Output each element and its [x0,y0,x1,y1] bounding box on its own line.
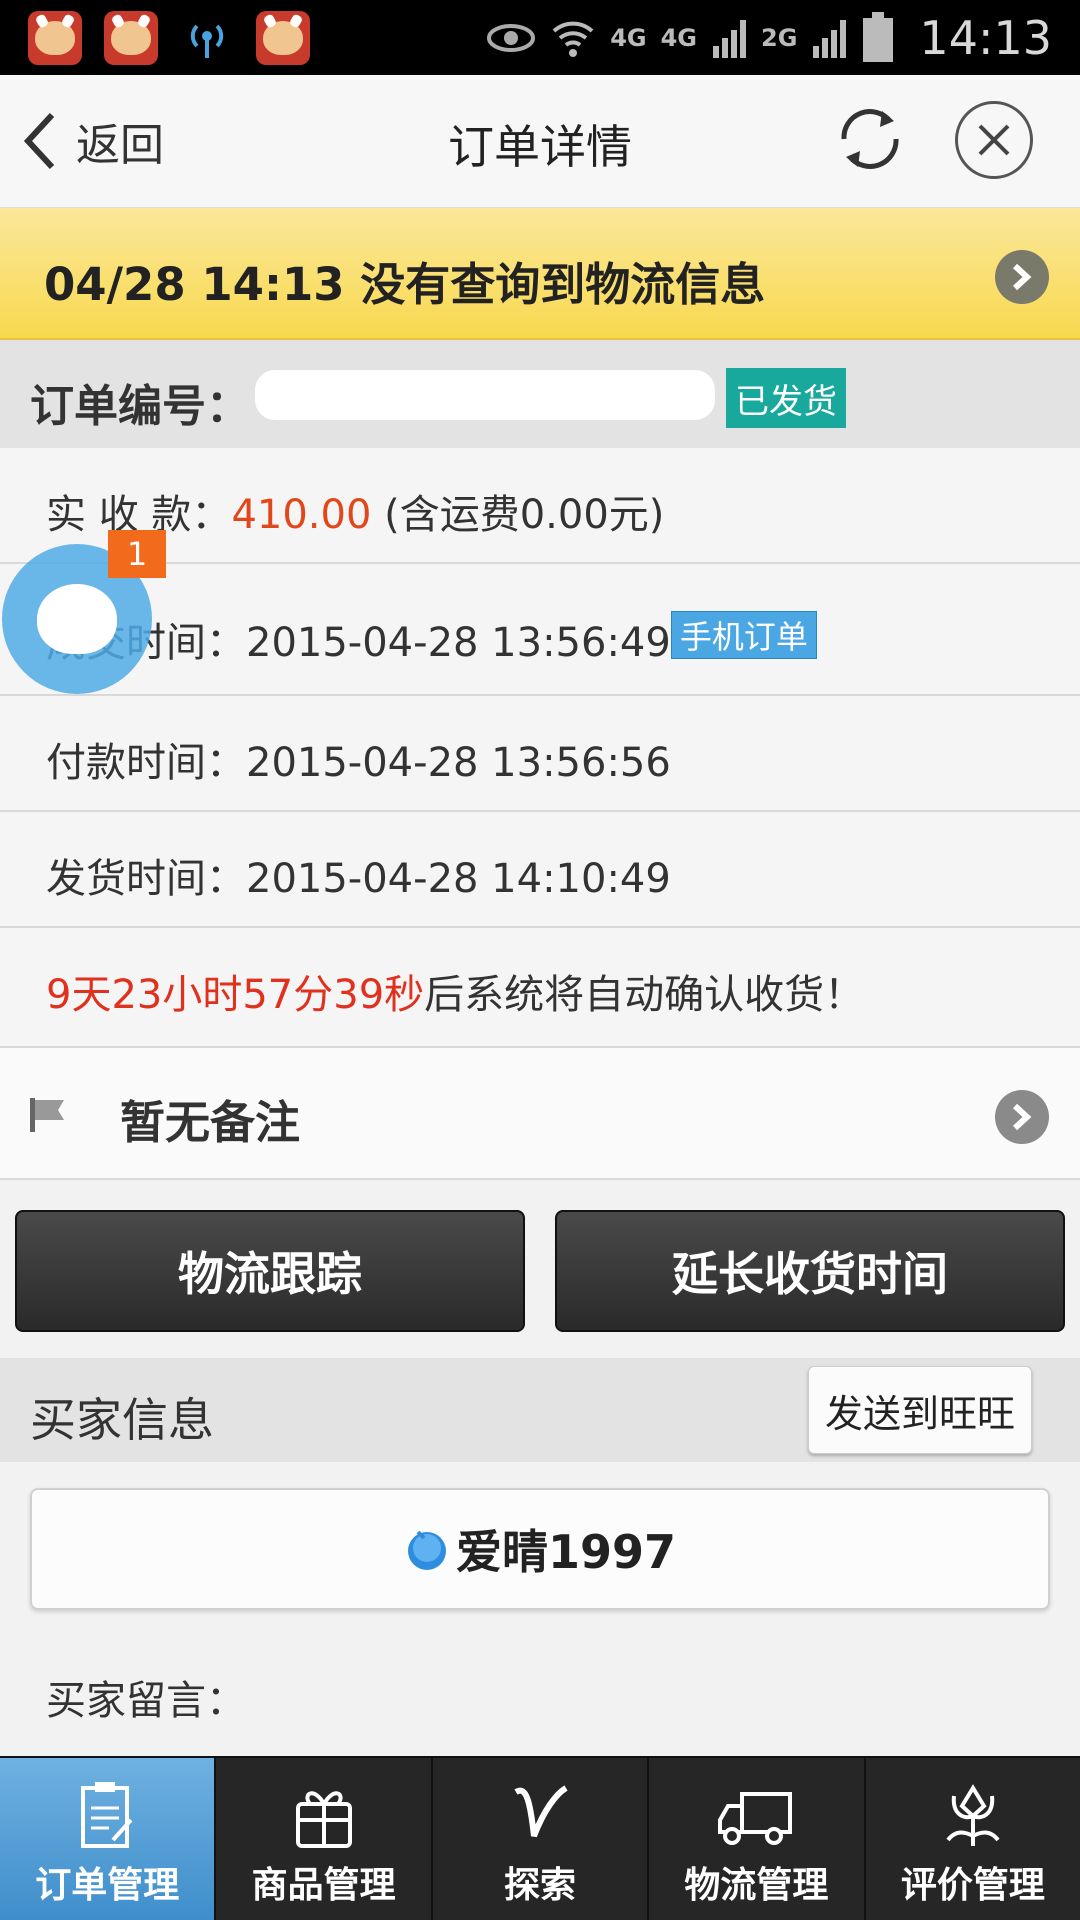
chevron-right-icon[interactable] [995,1090,1049,1144]
signal-tower-icon [180,11,234,65]
countdown-suffix: 后系统将自动确认收货！ [424,972,865,1018]
shipped-time: 2015-04-28 14:10:49 [246,856,671,902]
eye-icon [487,23,536,52]
logistics-banner[interactable]: 04/28 14:13 没有查询到物流信息 [0,208,1080,340]
logistics-status: 04/28 14:13 没有查询到物流信息 [44,258,766,311]
status-bar: 4G 4G 2G 14:13 [0,0,1080,75]
refresh-button[interactable] [830,99,910,179]
v-logo-icon [514,1785,568,1838]
shipped-time-row: 发货时间：2015-04-28 14:10:49 [0,812,1080,928]
tab-product-management[interactable]: 商品管理 [216,1758,433,1920]
tab-label: 订单管理 [35,1865,180,1906]
wifi-icon [552,21,594,57]
shipped-label: 发货时间： [46,856,246,902]
close-icon [978,124,1010,156]
buyer-info-label: 买家信息 [30,1393,214,1447]
buyer-message-label: 买家留言： [46,1678,246,1724]
notification-badge: 1 [108,530,166,578]
app-cow-icon [256,10,310,65]
clipboard-icon [81,1782,133,1848]
signal-icon [713,19,747,58]
app-cow-icon [28,10,82,65]
received-amount: 410.00 [231,492,372,538]
network-label: 2G [761,23,798,52]
paid-label: 付款时间： [46,740,246,786]
network-label: 4G [660,23,698,52]
flower-icon [946,1784,1000,1846]
received-note: (含运费0.00元) [384,492,665,538]
tab-order-management[interactable]: 订单管理 [0,1758,217,1920]
battery-icon [863,11,894,62]
refresh-icon [841,109,899,169]
tab-label: 探索 [504,1865,577,1906]
wangwang-icon [407,1530,446,1570]
status-time: 14:13 [919,10,1052,65]
tab-label: 商品管理 [251,1865,396,1906]
countdown: 9天23小时57分39秒 [46,972,425,1018]
remark-row[interactable]: 暂无备注 [0,1048,1080,1180]
buyer-name-button[interactable]: 爱晴1997 [30,1488,1050,1610]
tab-explore[interactable]: 探索 [433,1758,650,1920]
track-logistics-button[interactable]: 物流跟踪 [15,1210,525,1332]
flag-icon [30,1098,64,1132]
truck-icon [718,1792,793,1845]
gift-icon [295,1791,352,1848]
signal-icon [813,19,847,58]
bottom-tab-bar: 订单管理 商品管理 探索 物流管理 评价管理 [0,1756,1080,1920]
status-badge: 已发货 [726,368,846,428]
page-title: 订单详情 [448,120,632,174]
auto-confirm-row: 9天23小时57分39秒后系统将自动确认收货！ [0,928,1080,1048]
order-number-label: 订单编号： [30,381,250,432]
chevron-right-icon[interactable] [995,250,1049,304]
network-label: 4G [610,23,647,52]
title-bar: 返回 订单详情 [0,75,1080,208]
close-button[interactable] [955,101,1033,179]
send-to-wangwang-button[interactable]: 发送到旺旺 [808,1366,1032,1454]
order-number-redacted [255,370,715,420]
app-cow-icon [104,10,158,65]
paid-time-row: 付款时间：2015-04-28 13:56:56 [0,696,1080,812]
created-time-row: 成交时间：2015-04-28 13:56:49手机订单 [0,564,1080,696]
mobile-order-tag: 手机订单 [670,611,817,659]
tab-logistics-management[interactable]: 物流管理 [649,1758,866,1920]
tab-label: 物流管理 [684,1865,829,1906]
extend-receipt-button[interactable]: 延长收货时间 [555,1210,1065,1332]
paid-time: 2015-04-28 13:56:56 [246,740,671,786]
buyer-name: 爱晴1997 [455,1525,677,1579]
created-time: 2015-04-28 13:56:49 [246,620,671,666]
tab-label: 评价管理 [900,1865,1045,1906]
tab-review-management[interactable]: 评价管理 [866,1758,1080,1920]
remark-text: 暂无备注 [120,1096,301,1149]
chat-bubble-icon [37,584,117,654]
